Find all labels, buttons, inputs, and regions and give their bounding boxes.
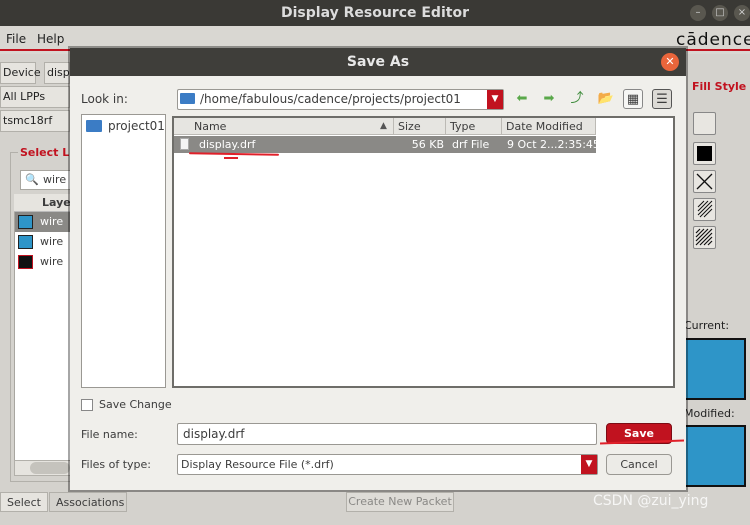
places-sidebar bbox=[81, 114, 166, 388]
detail-view-icon[interactable]: ☰ bbox=[652, 89, 672, 109]
parent-folder-icon[interactable]: ⤴ bbox=[567, 89, 587, 109]
tab-select[interactable]: Select bbox=[0, 492, 48, 512]
annotation-underline bbox=[224, 157, 238, 159]
look-in-label: Look in: bbox=[81, 92, 128, 106]
file-name-label: File name: bbox=[81, 428, 138, 441]
new-folder-icon[interactable]: 📂 bbox=[596, 89, 616, 109]
close-icon[interactable]: × bbox=[734, 5, 750, 21]
maximize-icon[interactable]: □ bbox=[712, 5, 728, 21]
file-date-cell: 9 Oct 2...2:35:45 bbox=[507, 138, 600, 151]
minimize-icon[interactable]: – bbox=[690, 5, 706, 21]
chevron-down-icon[interactable]: ▼ bbox=[487, 90, 503, 109]
menu-file[interactable]: File bbox=[6, 32, 26, 46]
save-change-checkbox[interactable] bbox=[81, 399, 93, 411]
create-new-packet-button[interactable]: Create New Packet bbox=[346, 492, 454, 512]
chevron-down-icon[interactable]: ▼ bbox=[581, 455, 597, 474]
current-swatch bbox=[684, 338, 746, 400]
column-size[interactable]: Size bbox=[394, 118, 446, 135]
lpp-table-header[interactable]: Laye bbox=[14, 194, 72, 212]
modified-label: Modified: bbox=[684, 407, 735, 420]
lpp-filter-select[interactable]: All LPPs bbox=[0, 86, 70, 108]
watermark: CSDN @zui_ying bbox=[593, 493, 709, 509]
column-type[interactable]: Type bbox=[446, 118, 502, 135]
list-view-icon[interactable]: ▦ bbox=[623, 89, 643, 109]
current-label: Current: bbox=[684, 319, 730, 332]
file-icon bbox=[180, 138, 189, 150]
tab-associations[interactable]: Associations bbox=[49, 492, 127, 512]
device-label: Device bbox=[0, 62, 41, 84]
device-select[interactable]: disp bbox=[44, 62, 70, 84]
lpp-color-swatch bbox=[18, 215, 33, 229]
cancel-button[interactable]: Cancel bbox=[606, 454, 672, 475]
search-icon: 🔍 bbox=[25, 173, 39, 186]
window-title: Display Resource Editor bbox=[0, 0, 750, 26]
dialog-title: Save As bbox=[70, 48, 686, 76]
column-name[interactable]: Name bbox=[190, 118, 394, 135]
file-name-input[interactable]: display.drf bbox=[177, 423, 597, 445]
folder-icon bbox=[86, 120, 102, 132]
lpp-color-swatch bbox=[18, 235, 33, 249]
close-icon[interactable]: ✕ bbox=[661, 53, 679, 71]
sort-asc-icon: ▲ bbox=[380, 121, 387, 131]
fill-style-title: Fill Style bbox=[692, 80, 747, 93]
folder-icon bbox=[180, 93, 195, 104]
tech-select[interactable]: tsmc18rf bbox=[0, 110, 70, 132]
file-name-cell: display.drf bbox=[199, 138, 256, 151]
file-type-cell: drf File bbox=[452, 138, 490, 151]
files-of-type-label: Files of type: bbox=[81, 458, 152, 471]
fill-dense-hatch-button[interactable] bbox=[693, 226, 716, 249]
lpp-color-swatch bbox=[18, 255, 33, 269]
fill-solid-button[interactable] bbox=[693, 142, 716, 165]
fill-hatch-button[interactable] bbox=[693, 198, 716, 221]
back-icon[interactable]: ⬅ bbox=[512, 89, 532, 109]
scrollbar-thumb[interactable] bbox=[30, 462, 70, 474]
file-list bbox=[172, 116, 675, 388]
modified-swatch bbox=[684, 425, 746, 487]
look-in-combo[interactable]: /home/fabulous/cadence/projects/project0… bbox=[177, 89, 504, 110]
forward-icon[interactable]: ➡ bbox=[539, 89, 559, 109]
file-size-cell: 56 KB bbox=[411, 138, 444, 151]
column-date-modified[interactable]: Date Modified bbox=[502, 118, 596, 135]
menu-help[interactable]: Help bbox=[37, 32, 64, 46]
fill-none-button[interactable] bbox=[693, 112, 716, 135]
place-project01[interactable]: project01 bbox=[108, 119, 165, 133]
files-of-type-select[interactable]: Display Resource File (*.drf) bbox=[177, 454, 598, 475]
fill-x-button[interactable] bbox=[693, 170, 716, 193]
save-change-label: Save Change bbox=[99, 398, 172, 411]
